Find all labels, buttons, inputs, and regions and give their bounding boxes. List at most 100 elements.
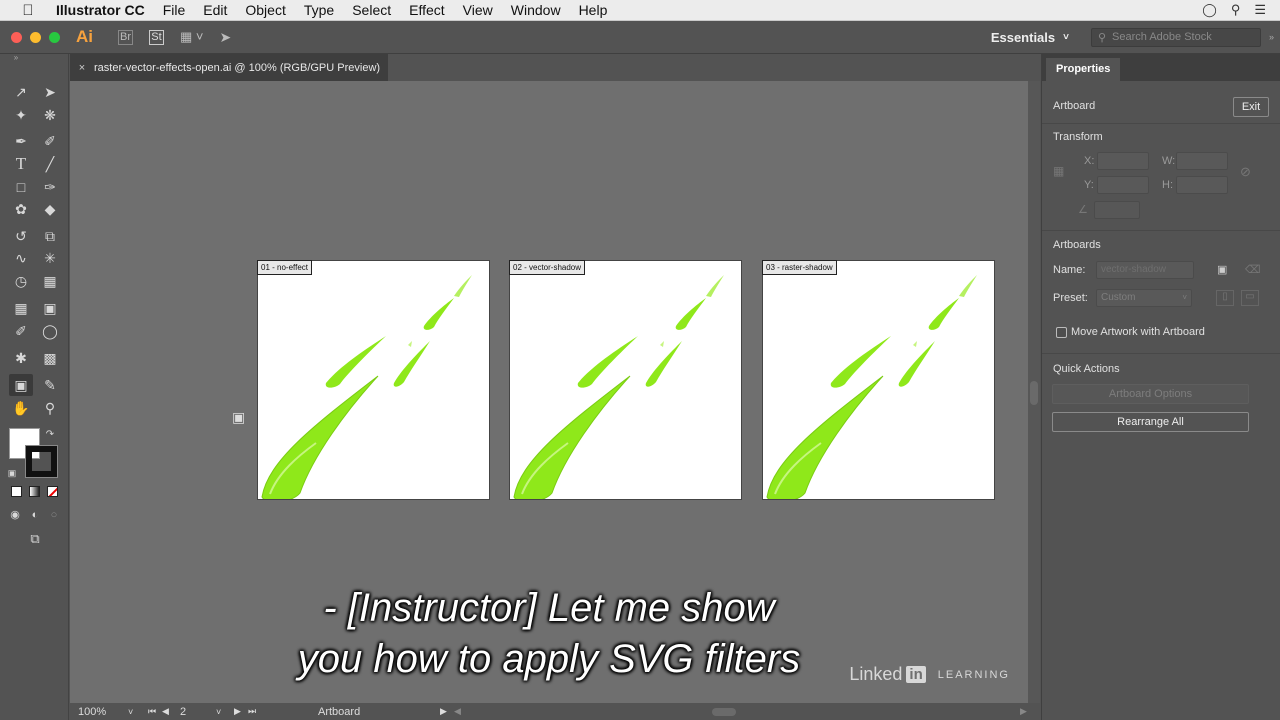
menu-type[interactable]: Type [295, 2, 343, 18]
blend-tool-icon[interactable]: ◯ [38, 320, 62, 342]
zoom-window-button[interactable] [49, 31, 60, 43]
rectangle-tool-icon[interactable]: □ [9, 176, 33, 198]
width-tool-icon[interactable]: ∿ [9, 247, 33, 269]
document-tab[interactable]: × raster-vector-effects-open.ai @ 100% (… [70, 54, 388, 81]
artboard-options-button[interactable]: Artboard Options [1052, 384, 1249, 404]
rotate-tool-icon[interactable]: ↺ [9, 225, 33, 247]
shape-builder-tool-icon[interactable]: ◷ [9, 270, 33, 292]
shaper-tool-icon[interactable]: ✿ [9, 198, 33, 220]
artboard-number-field[interactable]: 2 [176, 706, 216, 718]
scrollbar-thumb[interactable] [1030, 381, 1038, 405]
constrain-proportions-icon[interactable]: ⊘ [1240, 164, 1251, 180]
collapse-toolbar-icon[interactable]: » [4, 54, 28, 62]
artboard-raster-shadow[interactable] [762, 260, 995, 500]
stroke-swatch[interactable] [25, 445, 58, 478]
apple-icon[interactable]:  [0, 2, 56, 19]
magic-wand-tool-icon[interactable]: ✦ [9, 104, 33, 126]
none-mode-button[interactable] [47, 486, 58, 497]
new-artboard-icon[interactable]: ▣ [1217, 263, 1227, 276]
artboard-vector-shadow[interactable] [509, 260, 742, 500]
reference-point-icon[interactable]: ▦ [1053, 164, 1064, 178]
symbol-sprayer-tool-icon[interactable]: ✱ [9, 347, 33, 369]
app-name-menu[interactable]: Illustrator CC [56, 2, 154, 18]
menu-edit[interactable]: Edit [194, 2, 236, 18]
menu-file[interactable]: File [154, 2, 195, 18]
workspace-switcher[interactable]: Essentials ˅ [991, 30, 1069, 45]
w-input[interactable] [1176, 152, 1228, 170]
menu-select[interactable]: Select [343, 2, 400, 18]
eraser-tool-icon[interactable]: ◆ [38, 198, 62, 220]
artboard-name-input[interactable]: vector-shadow [1096, 261, 1194, 279]
rotate-input[interactable] [1094, 201, 1140, 219]
draw-inside-icon[interactable]: ○ [44, 504, 64, 526]
color-mode-button[interactable] [11, 486, 22, 497]
gpu-performance-icon[interactable]: ➤ [220, 29, 232, 46]
zoom-tool-icon[interactable]: ⚲ [38, 397, 62, 419]
gradient-mode-button[interactable] [29, 486, 40, 497]
eyedropper-tool-icon[interactable]: ✐ [9, 320, 33, 342]
selection-tool-icon[interactable]: ↗ [9, 81, 33, 103]
exit-button[interactable]: Exit [1233, 97, 1269, 117]
screen-mode-icon[interactable]: ⧉ [23, 528, 47, 550]
zoom-chevron-down-icon[interactable]: ˅ [128, 707, 148, 717]
bridge-button[interactable]: Br [118, 29, 133, 45]
scroll-left-icon[interactable]: ◀ [454, 706, 474, 717]
spotlight-search-icon[interactable]: ⚲ [1231, 2, 1241, 18]
arrange-documents-icon[interactable]: ▦ ˅ [180, 29, 204, 45]
line-segment-tool-icon[interactable]: ╱ [38, 153, 62, 175]
close-tab-icon[interactable]: × [70, 62, 94, 74]
y-input[interactable] [1097, 176, 1149, 194]
artboard-number-chevron-icon[interactable]: ˅ [216, 707, 234, 717]
horizontal-scrollbar[interactable] [474, 707, 1020, 716]
stock-button[interactable]: St [149, 29, 164, 45]
paintbrush-tool-icon[interactable]: ✑ [38, 176, 62, 198]
pen-tool-icon[interactable]: ✒ [9, 130, 33, 152]
artboard-no-effect[interactable] [257, 260, 490, 500]
gradient-tool-icon[interactable]: ▣ [38, 297, 62, 319]
x-input[interactable] [1097, 152, 1149, 170]
menu-window[interactable]: Window [502, 2, 570, 18]
last-artboard-icon[interactable]: ⏭ [248, 706, 318, 717]
type-tool-icon[interactable]: T [9, 153, 33, 175]
rearrange-all-button[interactable]: Rearrange All [1052, 412, 1249, 432]
menu-effect[interactable]: Effect [400, 2, 454, 18]
minimize-window-button[interactable] [30, 31, 41, 43]
close-window-button[interactable] [11, 31, 22, 43]
direct-selection-tool-icon[interactable]: ➤ [38, 81, 62, 103]
preset-select[interactable]: Custom ˅ [1096, 289, 1192, 307]
move-artwork-checkbox[interactable] [1056, 327, 1067, 338]
vertical-scrollbar[interactable] [1028, 81, 1040, 703]
next-artboard-icon[interactable]: ▶ [234, 706, 248, 717]
default-fill-stroke-icon[interactable]: ▣ [5, 462, 19, 484]
swap-fill-stroke-icon[interactable]: ↷ [42, 424, 58, 446]
puppet-warp-tool-icon[interactable]: ✳ [38, 247, 62, 269]
notification-list-icon[interactable]: ☰ [1254, 2, 1266, 18]
delete-artboard-icon[interactable]: ⌫ [1245, 263, 1261, 276]
scale-tool-icon[interactable]: ⧉ [38, 225, 62, 247]
draw-normal-icon[interactable]: ◉ [5, 504, 25, 526]
mesh-tool-icon[interactable]: ▦ [9, 297, 33, 319]
perspective-grid-tool-icon[interactable]: ▦ [38, 270, 62, 292]
first-artboard-icon[interactable]: ⏮ [148, 706, 162, 717]
creative-cloud-icon[interactable]: ◯ [1202, 2, 1217, 18]
menu-help[interactable]: Help [570, 2, 617, 18]
curvature-tool-icon[interactable]: ✐ [38, 130, 62, 152]
portrait-orientation-icon[interactable]: ▯ [1216, 290, 1234, 306]
tab-properties[interactable]: Properties [1046, 58, 1121, 81]
h-input[interactable] [1176, 176, 1228, 194]
landscape-orientation-icon[interactable]: ▭ [1241, 290, 1259, 306]
canvas[interactable]: 01 - no-effect 02 - vector-shadow 03 - r… [70, 81, 1028, 703]
artboard-tool-icon[interactable]: ▣ [9, 374, 33, 396]
status-menu-icon[interactable]: ▶ [440, 706, 454, 717]
slice-tool-icon[interactable]: ✎ [38, 374, 62, 396]
column-graph-tool-icon[interactable]: ▩ [38, 347, 62, 369]
menu-view[interactable]: View [454, 2, 502, 18]
zoom-level[interactable]: 100% [70, 706, 128, 718]
horizontal-scrollbar-thumb[interactable] [712, 707, 736, 716]
draw-behind-icon[interactable]: ◐ [25, 504, 45, 526]
hand-tool-icon[interactable]: ✋ [9, 397, 33, 419]
scroll-right-icon[interactable]: ▶ [1020, 706, 1040, 717]
stock-search-input[interactable]: ⚲ Search Adobe Stock [1090, 27, 1261, 47]
lasso-tool-icon[interactable]: ❋ [38, 104, 62, 126]
collapse-panels-icon[interactable]: » [1269, 32, 1274, 42]
